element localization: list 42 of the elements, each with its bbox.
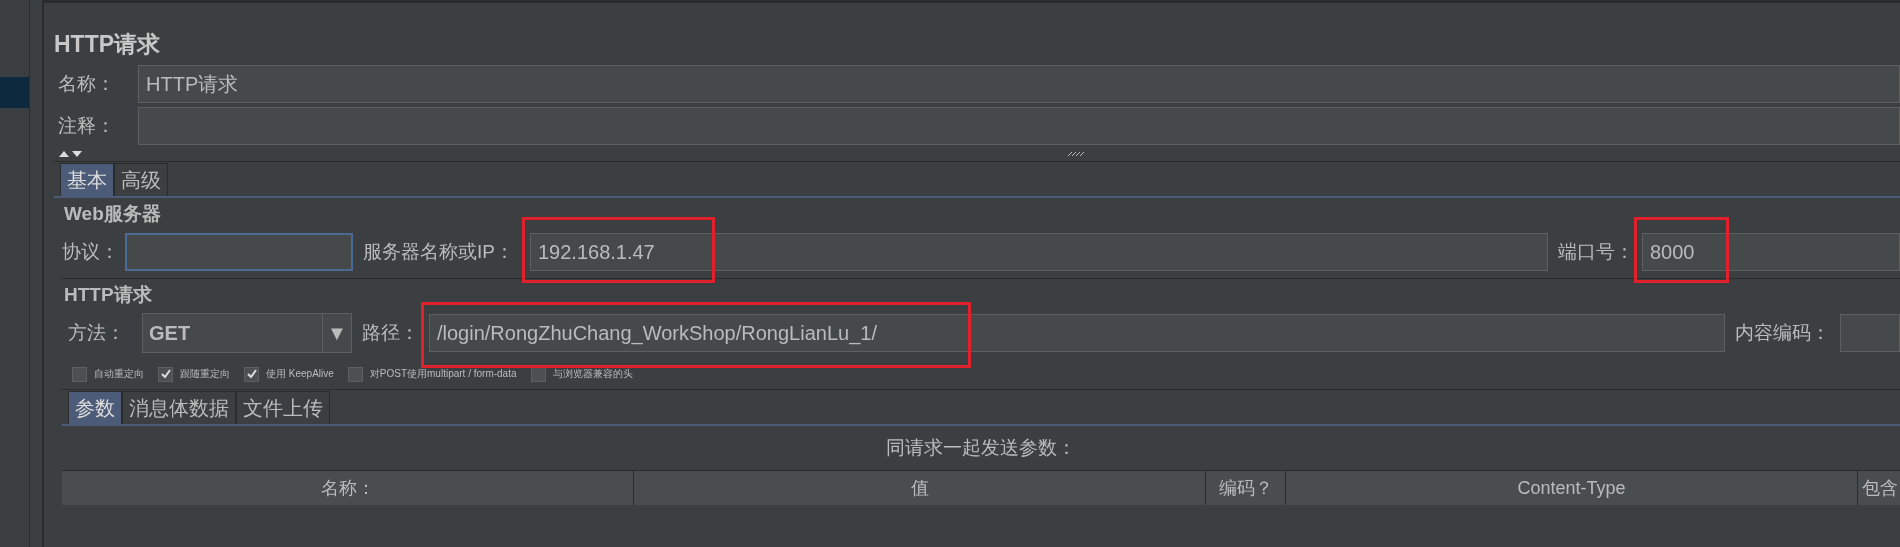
server-field[interactable]: 192.168.1.47 (529, 233, 1548, 271)
checkbox[interactable] (158, 366, 173, 382)
window-title: HTTP请求 (54, 30, 162, 59)
tab[interactable]: 消息体数据 (122, 391, 236, 424)
column-header[interactable]: 编码？ (1206, 471, 1286, 505)
params-title: 同请求一起发送参数： (885, 436, 1077, 460)
tab[interactable]: 基本 (60, 163, 114, 196)
group-title: Web服务器 (63, 202, 162, 226)
port-field[interactable]: 8000 (1642, 233, 1900, 271)
column-header[interactable]: Content-Type (1286, 471, 1858, 505)
field-label: 端口号： (1558, 240, 1634, 264)
comment-field[interactable] (138, 107, 1900, 145)
checkbox-label: 自动重定向 (94, 367, 144, 381)
splitter-grip-icon[interactable] (1067, 151, 1087, 157)
field-label: 注释： (57, 114, 116, 138)
checkbox-label: 对POST使用multipart / form-data (369, 367, 517, 381)
protocol-field[interactable] (125, 233, 353, 271)
column-header[interactable]: 值 (634, 471, 1206, 505)
method-dropdown[interactable]: GET ▼ (142, 313, 352, 353)
checkbox-label: 使用 KeepAlive (266, 367, 334, 381)
field-label: 协议： (62, 240, 119, 264)
field-label: 路径： (362, 321, 419, 345)
field-label: 服务器名称或IP： (363, 240, 514, 264)
encoding-field[interactable] (1840, 314, 1900, 352)
collapse-arrows-icon[interactable] (58, 149, 84, 159)
checkbox[interactable] (347, 366, 363, 382)
field-label: 名称： (57, 72, 116, 96)
field-label: 方法： (67, 321, 126, 345)
tab[interactable]: 文件上传 (236, 391, 330, 424)
checkbox-label: 跟随重定向 (180, 367, 230, 381)
tab[interactable]: 高级 (114, 163, 168, 196)
group-title: HTTP请求 (63, 283, 153, 307)
checkbox[interactable] (72, 366, 87, 382)
column-header[interactable]: 包含 (1858, 471, 1900, 505)
column-header[interactable]: 名称： (62, 471, 634, 505)
checkbox-label: 与浏览器兼容的头 (552, 367, 633, 381)
tree-selection[interactable] (0, 77, 29, 108)
name-field[interactable]: HTTP请求 (138, 65, 1900, 103)
checkbox[interactable] (244, 366, 259, 382)
path-field[interactable]: /login/RongZhuChang_WorkShop/RongLianLu_1/ (429, 314, 1725, 352)
tab[interactable]: 参数 (68, 391, 122, 424)
field-label: 内容编码： (1735, 321, 1830, 345)
